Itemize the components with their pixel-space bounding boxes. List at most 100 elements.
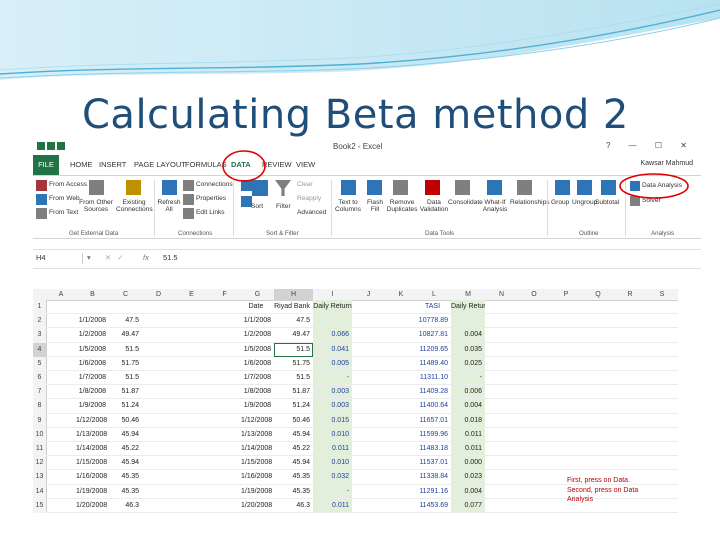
cell-I12[interactable]: 0.010 — [313, 456, 352, 471]
cell-I15[interactable]: 0.011 — [313, 498, 352, 513]
cell-L14[interactable]: 11291.16 — [417, 485, 451, 499]
cell-A5[interactable] — [46, 357, 76, 371]
cell-N14[interactable] — [485, 485, 518, 499]
cell-N12[interactable] — [485, 456, 518, 471]
cell-E8[interactable] — [175, 399, 208, 414]
cell-R6[interactable] — [614, 371, 646, 386]
cell-R7[interactable] — [614, 385, 646, 400]
cell-M1[interactable]: Daily Return — [451, 300, 485, 315]
cell-H11[interactable]: 45.22 — [274, 442, 313, 457]
solver-button[interactable]: Solver — [642, 197, 661, 204]
row-header[interactable]: 14 — [33, 484, 47, 499]
cell-G14[interactable]: 1/19/2008 — [241, 485, 274, 499]
cell-P5[interactable] — [550, 357, 582, 371]
cell-B15[interactable]: 1/20/2008 — [76, 499, 109, 513]
tab-home[interactable]: HOME — [70, 160, 93, 169]
cell-S4[interactable] — [646, 343, 678, 357]
cell-I5[interactable]: 0.005 — [313, 356, 352, 371]
cell-I7[interactable]: 0.003 — [313, 385, 352, 400]
cell-D6[interactable] — [142, 371, 175, 386]
cell-D5[interactable] — [142, 357, 175, 371]
cell-C5[interactable]: 51.75 — [109, 357, 142, 371]
cell-O15[interactable] — [518, 499, 550, 513]
cell-I6[interactable]: - — [313, 371, 352, 386]
cell-H3[interactable]: 49.47 — [274, 328, 313, 343]
cell-G10[interactable]: 1/13/2008 — [241, 428, 274, 442]
cell-B11[interactable]: 1/14/2008 — [76, 442, 109, 457]
cell-L4[interactable]: 11209.65 — [417, 343, 451, 357]
cell-E4[interactable] — [175, 343, 208, 357]
fx-icon[interactable]: fx — [143, 253, 149, 262]
cell-G15[interactable]: 1/20/2008 — [241, 499, 274, 513]
cell-E6[interactable] — [175, 371, 208, 386]
row-header[interactable]: 3 — [33, 328, 47, 343]
cell-L7[interactable]: 11409.28 — [417, 385, 451, 400]
cell-B9[interactable]: 1/12/2008 — [76, 414, 109, 428]
cell-R5[interactable] — [614, 357, 646, 371]
row-header[interactable]: 11 — [33, 442, 47, 457]
cell-A9[interactable] — [46, 414, 76, 428]
cell-N13[interactable] — [485, 470, 518, 485]
cell-A12[interactable] — [46, 456, 76, 471]
cell-H6[interactable]: 51.5 — [274, 371, 313, 386]
existing-connections-button[interactable]: Existing Connections — [116, 199, 153, 213]
row-header[interactable]: 8 — [33, 399, 47, 414]
cell-O5[interactable] — [518, 357, 550, 371]
cell-R12[interactable] — [614, 456, 646, 471]
cell-G9[interactable]: 1/12/2008 — [241, 414, 274, 428]
row-header[interactable]: 1 — [33, 300, 47, 315]
cell-Q1[interactable] — [582, 300, 614, 315]
cell-H2[interactable]: 47.5 — [274, 314, 313, 329]
cell-J14[interactable] — [352, 485, 385, 499]
quick-access-toolbar[interactable] — [37, 142, 71, 151]
advanced-button[interactable]: Advanced — [297, 209, 326, 216]
cell-M15[interactable]: 0.077 — [451, 498, 485, 513]
cell-A10[interactable] — [46, 428, 76, 442]
flash-fill-button[interactable]: Flash Fill — [363, 199, 387, 213]
cell-P11[interactable] — [550, 442, 582, 457]
cell-H13[interactable]: 45.35 — [274, 470, 313, 485]
cell-A3[interactable] — [46, 328, 76, 343]
formula-buttons[interactable]: ✕✓ — [105, 253, 130, 262]
cell-P3[interactable] — [550, 328, 582, 343]
cell-I1[interactable]: Daily Return — [313, 300, 352, 315]
cell-Q9[interactable] — [582, 414, 614, 428]
formula-input[interactable]: 51.5 — [163, 253, 178, 262]
from-web-button[interactable]: From Web — [49, 195, 80, 202]
cell-B12[interactable]: 1/15/2008 — [76, 456, 109, 471]
cell-O1[interactable] — [518, 300, 550, 315]
cell-B4[interactable]: 1/5/2008 — [76, 343, 109, 357]
cell-H8[interactable]: 51.24 — [274, 399, 313, 414]
cell-R1[interactable] — [614, 300, 646, 315]
cell-K6[interactable] — [385, 371, 417, 386]
data-validation-button[interactable]: Data Validation — [419, 199, 449, 213]
cell-E5[interactable] — [175, 357, 208, 371]
cell-R3[interactable] — [614, 328, 646, 343]
cell-F14[interactable] — [208, 485, 241, 499]
cell-S12[interactable] — [646, 456, 678, 471]
cell-N8[interactable] — [485, 399, 518, 414]
cell-C15[interactable]: 46.3 — [109, 499, 142, 513]
cell-G12[interactable]: 1/15/2008 — [241, 456, 274, 471]
cell-B3[interactable]: 1/2/2008 — [76, 328, 109, 343]
cell-O7[interactable] — [518, 385, 550, 400]
cell-G7[interactable]: 1/8/2008 — [241, 385, 274, 400]
cell-A2[interactable] — [46, 314, 76, 329]
cell-K5[interactable] — [385, 357, 417, 371]
cell-D13[interactable] — [142, 470, 175, 485]
cell-J5[interactable] — [352, 357, 385, 371]
cell-G13[interactable]: 1/16/2008 — [241, 470, 274, 485]
ungroup-button[interactable]: Ungroup — [572, 199, 597, 206]
cell-P2[interactable] — [550, 314, 582, 329]
cell-M11[interactable]: 0.011 — [451, 442, 485, 457]
clear-button[interactable]: Clear — [297, 181, 313, 188]
cell-O9[interactable] — [518, 414, 550, 428]
cell-A11[interactable] — [46, 442, 76, 457]
cell-Q10[interactable] — [582, 428, 614, 442]
cell-P10[interactable] — [550, 428, 582, 442]
edit-links-button[interactable]: Edit Links — [196, 209, 225, 216]
cell-O13[interactable] — [518, 470, 550, 485]
cell-J11[interactable] — [352, 442, 385, 457]
cell-B1[interactable] — [76, 300, 109, 315]
cell-L1[interactable]: TASI — [417, 300, 451, 315]
